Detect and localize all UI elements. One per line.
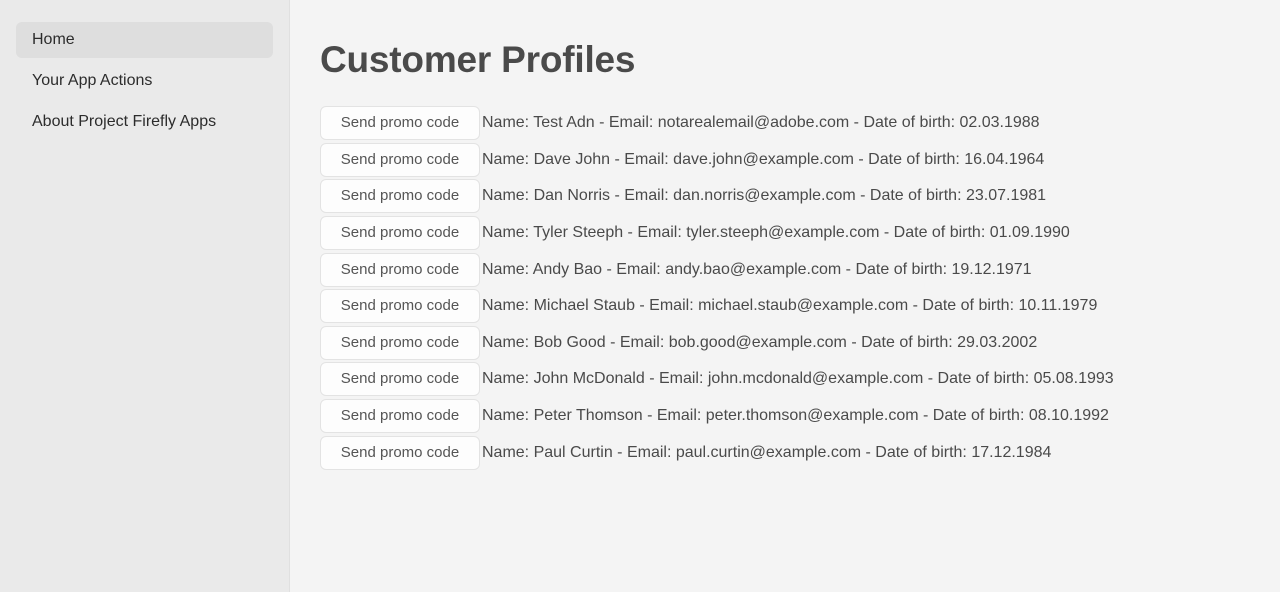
profile-details-text: Name: Dave John - Email: dave.john@examp… — [482, 150, 1045, 168]
profile-row: Send promo code Name: Michael Staub - Ema… — [320, 288, 1280, 325]
send-promo-code-button[interactable]: Send promo code — [320, 142, 480, 177]
profile-details-text: Name: Michael Staub - Email: michael.sta… — [482, 297, 1098, 315]
sidebar-nav: Home Your App Actions About Project Firefl… — [16, 22, 273, 140]
profile-row: Send promo code Name: Peter Thomson - Ema… — [320, 398, 1280, 435]
main-content: Customer Profiles Send promo code Name: T… — [290, 0, 1280, 592]
sidebar-item-about-project-firefly-apps[interactable]: About Project Firefly Apps — [16, 104, 273, 140]
profile-row: Send promo code Name: Dan Norris - Email:… — [320, 178, 1280, 215]
profile-row: Send promo code Name: Tyler Steeph - Emai… — [320, 215, 1280, 252]
profile-row: Send promo code Name: John McDonald - Ema… — [320, 361, 1280, 398]
profile-row: Send promo code Name: Andy Bao - Email: a… — [320, 251, 1280, 288]
app-root: Home Your App Actions About Project Firefl… — [0, 0, 1280, 592]
send-promo-code-button[interactable]: Send promo code — [320, 435, 480, 470]
send-promo-code-button[interactable]: Send promo code — [320, 216, 480, 251]
sidebar: Home Your App Actions About Project Firefl… — [0, 0, 290, 592]
profile-row: Send promo code Name: Dave John - Email: … — [320, 142, 1280, 179]
send-promo-code-button[interactable]: Send promo code — [320, 252, 480, 287]
page-title: Customer Profiles — [320, 39, 636, 80]
sidebar-item-your-app-actions[interactable]: Your App Actions — [16, 63, 273, 99]
customer-profile-list: Send promo code Name: Test Adn - Email: n… — [320, 105, 1280, 471]
profile-details-text: Name: Bob Good - Email: bob.good@example… — [482, 333, 1038, 351]
profile-details-text: Name: Paul Curtin - Email: paul.curtin@e… — [482, 443, 1052, 461]
sidebar-item-home[interactable]: Home — [16, 22, 273, 58]
profile-row: Send promo code Name: Test Adn - Email: n… — [320, 105, 1280, 142]
send-promo-code-button[interactable]: Send promo code — [320, 325, 480, 360]
send-promo-code-button[interactable]: Send promo code — [320, 179, 480, 214]
send-promo-code-button[interactable]: Send promo code — [320, 362, 480, 397]
send-promo-code-button[interactable]: Send promo code — [320, 399, 480, 434]
send-promo-code-button[interactable]: Send promo code — [320, 106, 480, 141]
profile-details-text: Name: Peter Thomson - Email: peter.thoms… — [482, 407, 1109, 425]
profile-details-text: Name: Dan Norris - Email: dan.norris@exa… — [482, 187, 1047, 205]
send-promo-code-button[interactable]: Send promo code — [320, 289, 480, 324]
profile-row: Send promo code Name: Paul Curtin - Email… — [320, 434, 1280, 471]
profile-details-text: Name: Andy Bao - Email: andy.bao@example… — [482, 260, 1032, 278]
profile-details-text: Name: Tyler Steeph - Email: tyler.steeph… — [482, 224, 1070, 242]
profile-row: Send promo code Name: Bob Good - Email: b… — [320, 325, 1280, 362]
profile-details-text: Name: John McDonald - Email: john.mcdona… — [482, 370, 1114, 388]
profile-details-text: Name: Test Adn - Email: notarealemail@ad… — [482, 114, 1040, 132]
